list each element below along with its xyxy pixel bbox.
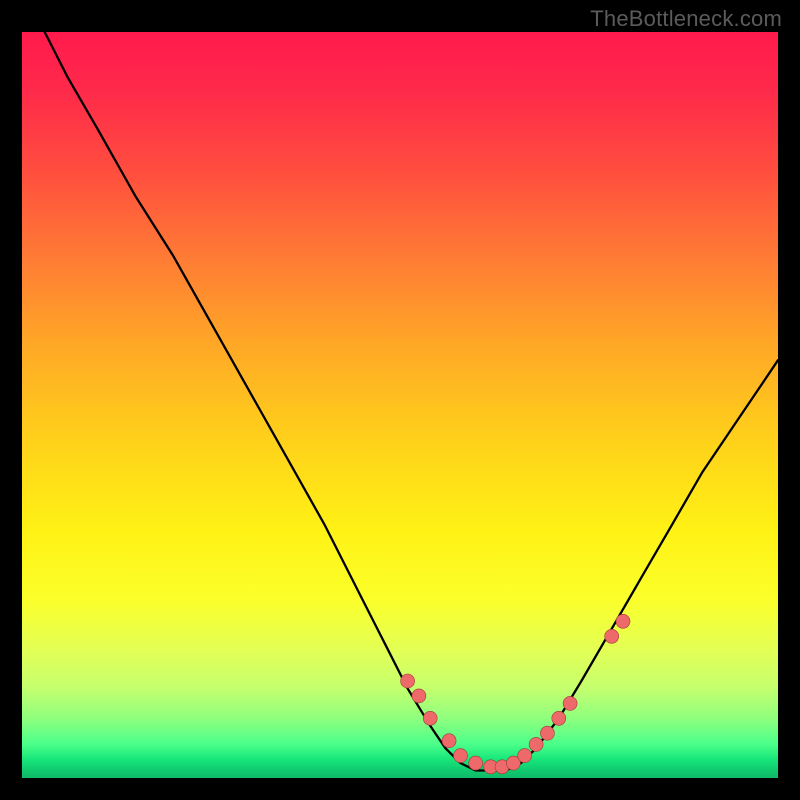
curve-marker xyxy=(540,726,554,740)
curve-marker xyxy=(412,689,426,703)
curve-marker xyxy=(605,629,619,643)
bottleneck-curve xyxy=(45,32,778,771)
curve-marker xyxy=(518,749,532,763)
curve-marker xyxy=(529,737,543,751)
curve-marker xyxy=(423,711,437,725)
watermark-text: TheBottleneck.com xyxy=(590,6,782,32)
curve-markers xyxy=(401,614,630,774)
chart-plot-area xyxy=(22,32,778,778)
chart-overlay xyxy=(22,32,778,778)
curve-marker xyxy=(552,711,566,725)
curve-marker xyxy=(563,696,577,710)
curve-marker xyxy=(469,756,483,770)
curve-marker xyxy=(454,749,468,763)
curve-marker xyxy=(616,614,630,628)
curve-marker xyxy=(401,674,415,688)
curve-marker xyxy=(442,734,456,748)
